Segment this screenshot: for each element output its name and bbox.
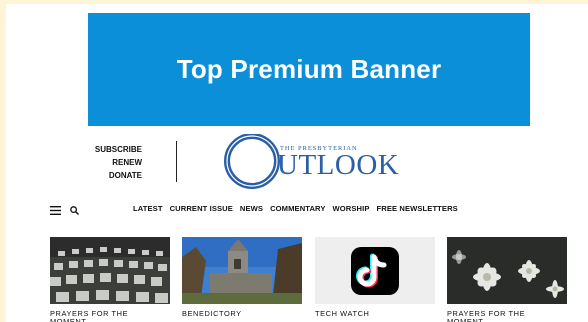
top-premium-banner[interactable]: Top Premium Banner [88,13,530,126]
header-divider [176,141,177,182]
daisies-image [447,237,567,304]
logo-big-text: UTLOOK [277,149,400,181]
site-logo[interactable]: THE PRESBYTERIAN UTLOOK [220,134,400,190]
article-card-label: PRAYERS FOR THE MOMENT [50,309,129,322]
nav-item-latest[interactable]: LATEST [133,204,163,213]
menu-icon[interactable] [50,205,61,215]
account-links: SUBSCRIBE RENEW DONATE [84,143,142,182]
article-card[interactable]: PRAYERS FOR THE MOMENT [447,237,567,322]
nav-icons [50,203,79,217]
page-edge-top [0,0,588,4]
nav-item-commentary[interactable]: COMMENTARY [270,204,325,213]
article-card[interactable]: TECH WATCH [315,237,435,318]
nav-item-worship[interactable]: WORSHIP [333,204,370,213]
nav-item-free-newsletters[interactable]: FREE NEWSLETTERS [377,204,458,213]
article-card-label: PRAYERS FOR THE MOMENT [447,309,526,322]
page-edge-left [0,0,6,322]
article-card[interactable]: PRAYERS FOR THE MOMENT [50,237,170,322]
nav-item-current-issue[interactable]: CURRENT ISSUE [170,204,233,213]
article-card-label: TECH WATCH [315,309,370,318]
article-card[interactable]: BENEDICTORY [182,237,302,318]
nav-item-news[interactable]: NEWS [240,204,263,213]
banner-text: Top Premium Banner [176,54,442,84]
tiktok-logo-icon [315,237,435,304]
candles-image [50,237,170,304]
church-image [182,237,302,304]
search-icon[interactable] [70,205,79,215]
article-card-label: BENEDICTORY [182,309,242,318]
subscribe-link[interactable]: SUBSCRIBE [84,143,142,156]
main-nav: LATEST CURRENT ISSUE NEWS COMMENTARY WOR… [133,204,458,213]
renew-link[interactable]: RENEW [84,156,142,169]
donate-link[interactable]: DONATE [84,169,142,182]
